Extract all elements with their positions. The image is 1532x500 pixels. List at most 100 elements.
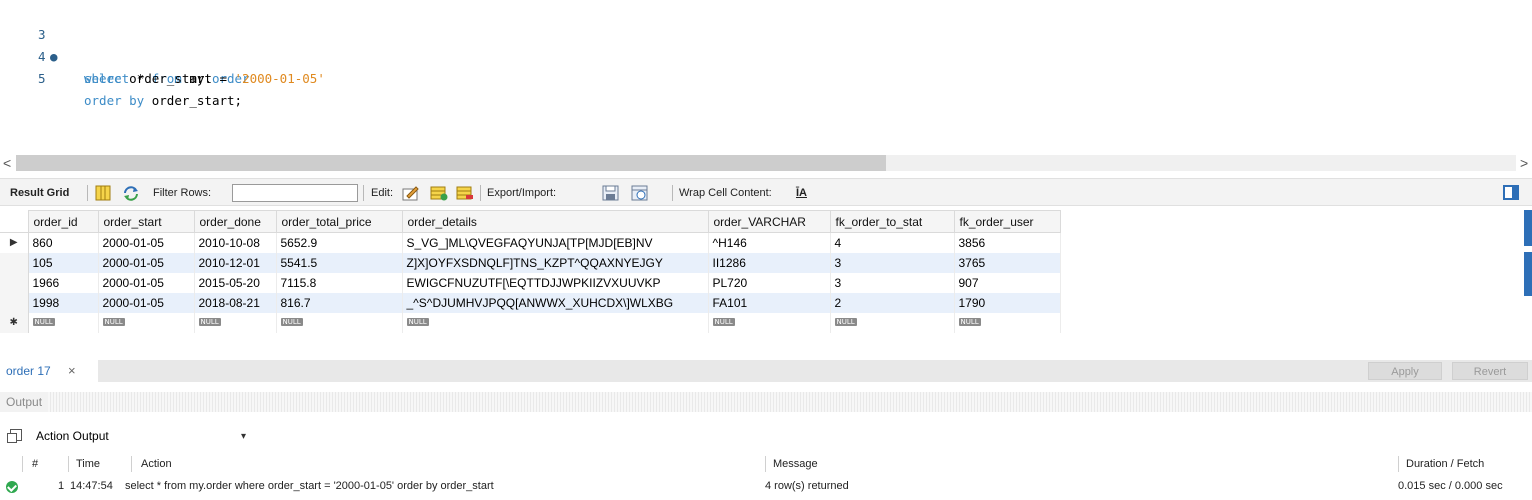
export-icon[interactable]	[602, 185, 620, 201]
table-cell[interactable]: 4	[830, 232, 955, 253]
table-cell[interactable]: 2000-01-05	[98, 292, 195, 313]
code-text[interactable]: order by order_start;	[84, 90, 242, 112]
column-header[interactable]: order_done	[193, 210, 277, 233]
table-cell[interactable]: NULL	[276, 312, 403, 333]
tab-label: order 17	[6, 364, 51, 378]
table-cell[interactable]: _^S^DJUMHVJPQQ[ANWWX_XUHCDX\]WLXBG	[402, 292, 709, 313]
table-cell[interactable]: EWIGCFNUZUTF[\EQTTDJJWPKIIZVXUUVKP	[402, 272, 709, 293]
table-cell[interactable]: 5541.5	[276, 252, 403, 273]
column-header[interactable]: order_VARCHAR	[707, 210, 831, 233]
table-row[interactable]: 1966 2000-01-05 2015-05-20 7115.8 EWIGCF…	[0, 272, 1061, 293]
table-row[interactable]: 105 2000-01-05 2010-12-01 5541.5 Z]X]OYF…	[0, 252, 1061, 273]
output-type-row: Action Output ▾	[0, 424, 1532, 448]
row-header[interactable]	[0, 272, 29, 293]
result-grid-button[interactable]: Result Grid	[10, 179, 69, 207]
table-cell[interactable]: 3765	[954, 252, 1061, 273]
table-cell[interactable]: 5652.9	[276, 232, 403, 253]
table-row[interactable]: ▶ 860 2000-01-05 2010-10-08 5652.9 S_VG_…	[0, 232, 1061, 253]
row-header[interactable]	[0, 292, 29, 313]
column-header[interactable]: order_start	[97, 210, 195, 233]
table-cell[interactable]: 2000-01-05	[98, 252, 195, 273]
copy-output-icon[interactable]	[7, 429, 22, 443]
table-cell[interactable]: Z]X]OYFXSDNQLF]TNS_KZPT^QQAXNYEJGY	[402, 252, 709, 273]
toggle-side-panel-icon[interactable]	[1503, 185, 1519, 200]
table-cell[interactable]: 860	[28, 232, 99, 253]
table-cell[interactable]: NULL	[28, 312, 99, 333]
editor-horizontal-scrollbar[interactable]: < >	[0, 152, 1532, 174]
table-cell[interactable]: 2010-10-08	[194, 232, 277, 253]
table-cell[interactable]: NULL	[954, 312, 1061, 333]
col-message-header[interactable]: Message	[773, 454, 818, 474]
import-icon[interactable]	[631, 185, 649, 201]
col-num-header[interactable]: #	[32, 454, 38, 474]
sql-editor[interactable]: 3 ● select * from my.order 4 where order…	[0, 0, 1532, 152]
table-cell[interactable]: 2000-01-05	[98, 272, 195, 293]
table-cell[interactable]: 1790	[954, 292, 1061, 313]
table-cell[interactable]: 2015-05-20	[194, 272, 277, 293]
current-row-marker-icon[interactable]: ▶	[0, 232, 29, 253]
table-cell[interactable]: 3	[830, 252, 955, 273]
table-cell[interactable]: 2018-08-21	[194, 292, 277, 313]
table-cell[interactable]: 105	[28, 252, 99, 273]
table-cell[interactable]: S_VG_]ML\QVEGFAQYUNJA[TP[MJD[EB]NV	[402, 232, 709, 253]
output-type-select[interactable]: Action Output ▾	[36, 426, 246, 446]
column-header[interactable]: fk_order_to_stat	[829, 210, 955, 233]
column-header[interactable]: fk_order_user	[953, 210, 1061, 233]
code-line-4[interactable]: 4 where order_start = '2000-01-05'	[0, 24, 325, 86]
add-row-icon[interactable]	[430, 185, 448, 201]
wrap-cell-content-toggle-icon[interactable]: ĪA	[796, 179, 807, 207]
form-view-icon[interactable]	[94, 185, 112, 201]
table-cell[interactable]: NULL	[402, 312, 709, 333]
code-line-5[interactable]: 5 order by order_start;	[0, 46, 242, 108]
table-cell[interactable]: II1286	[708, 252, 831, 273]
output-row-action[interactable]: select * from my.order where order_start…	[125, 476, 494, 496]
scrollbar-thumb[interactable]	[16, 155, 886, 171]
scroll-right-icon[interactable]: >	[1520, 155, 1528, 171]
table-cell[interactable]: 2000-01-05	[98, 232, 195, 253]
column-header[interactable]: order_id	[27, 210, 99, 233]
edit-cell-icon[interactable]	[402, 185, 420, 201]
filter-rows-input[interactable]	[232, 184, 358, 202]
table-cell[interactable]: 7115.8	[276, 272, 403, 293]
delete-row-icon[interactable]	[456, 185, 474, 201]
table-cell[interactable]: NULL	[830, 312, 955, 333]
table-cell[interactable]: FA101	[708, 292, 831, 313]
table-row[interactable]: 1998 2000-01-05 2018-08-21 816.7 _^S^DJU…	[0, 292, 1061, 313]
table-cell[interactable]: ^H146	[708, 232, 831, 253]
result-grid[interactable]: order_id order_start order_done order_to…	[0, 210, 1532, 358]
table-cell[interactable]: 907	[954, 272, 1061, 293]
table-cell[interactable]: PL720	[708, 272, 831, 293]
tab-order-17[interactable]: order 17 ×	[0, 360, 98, 382]
apply-button[interactable]: Apply	[1368, 362, 1442, 380]
col-time-header[interactable]: Time	[76, 454, 100, 474]
table-cell[interactable]: 2010-12-01	[194, 252, 277, 273]
new-row[interactable]: ✱ NULL NULL NULL NULL NULL NULL NULL NUL…	[0, 312, 1061, 333]
filter-rows-label: Filter Rows:	[153, 187, 212, 199]
side-panel-tab[interactable]	[1524, 252, 1532, 296]
table-cell[interactable]: 3	[830, 272, 955, 293]
new-row-marker-icon[interactable]: ✱	[0, 312, 29, 333]
code-text[interactable]: where order_start = '2000-01-05'	[84, 68, 325, 90]
table-cell[interactable]: NULL	[98, 312, 195, 333]
table-cell[interactable]: NULL	[194, 312, 277, 333]
output-row[interactable]: 1 14:47:54 select * from my.order where …	[0, 476, 1532, 496]
table-cell[interactable]: 3856	[954, 232, 1061, 253]
chevron-down-icon[interactable]: ▾	[241, 427, 246, 447]
table-cell[interactable]: 1966	[28, 272, 99, 293]
col-action-header[interactable]: Action	[141, 454, 172, 474]
table-cell[interactable]: NULL	[708, 312, 831, 333]
table-cell[interactable]: 816.7	[276, 292, 403, 313]
column-header[interactable]: order_total_price	[275, 210, 403, 233]
col-duration-header[interactable]: Duration / Fetch	[1406, 454, 1484, 474]
scroll-left-icon[interactable]: <	[3, 155, 11, 171]
table-cell[interactable]: 1998	[28, 292, 99, 313]
row-header[interactable]	[0, 252, 29, 273]
refresh-icon[interactable]	[122, 185, 140, 201]
result-toolbar: Result Grid Filter Rows: Edit: Export/Im…	[0, 178, 1532, 206]
side-panel-tab[interactable]	[1524, 210, 1532, 246]
table-cell[interactable]: 2	[830, 292, 955, 313]
column-header[interactable]: order_details	[401, 210, 709, 233]
close-icon[interactable]: ×	[68, 360, 76, 382]
code-line-3[interactable]: 3 ● select * from my.order	[0, 2, 250, 86]
revert-button[interactable]: Revert	[1452, 362, 1528, 380]
